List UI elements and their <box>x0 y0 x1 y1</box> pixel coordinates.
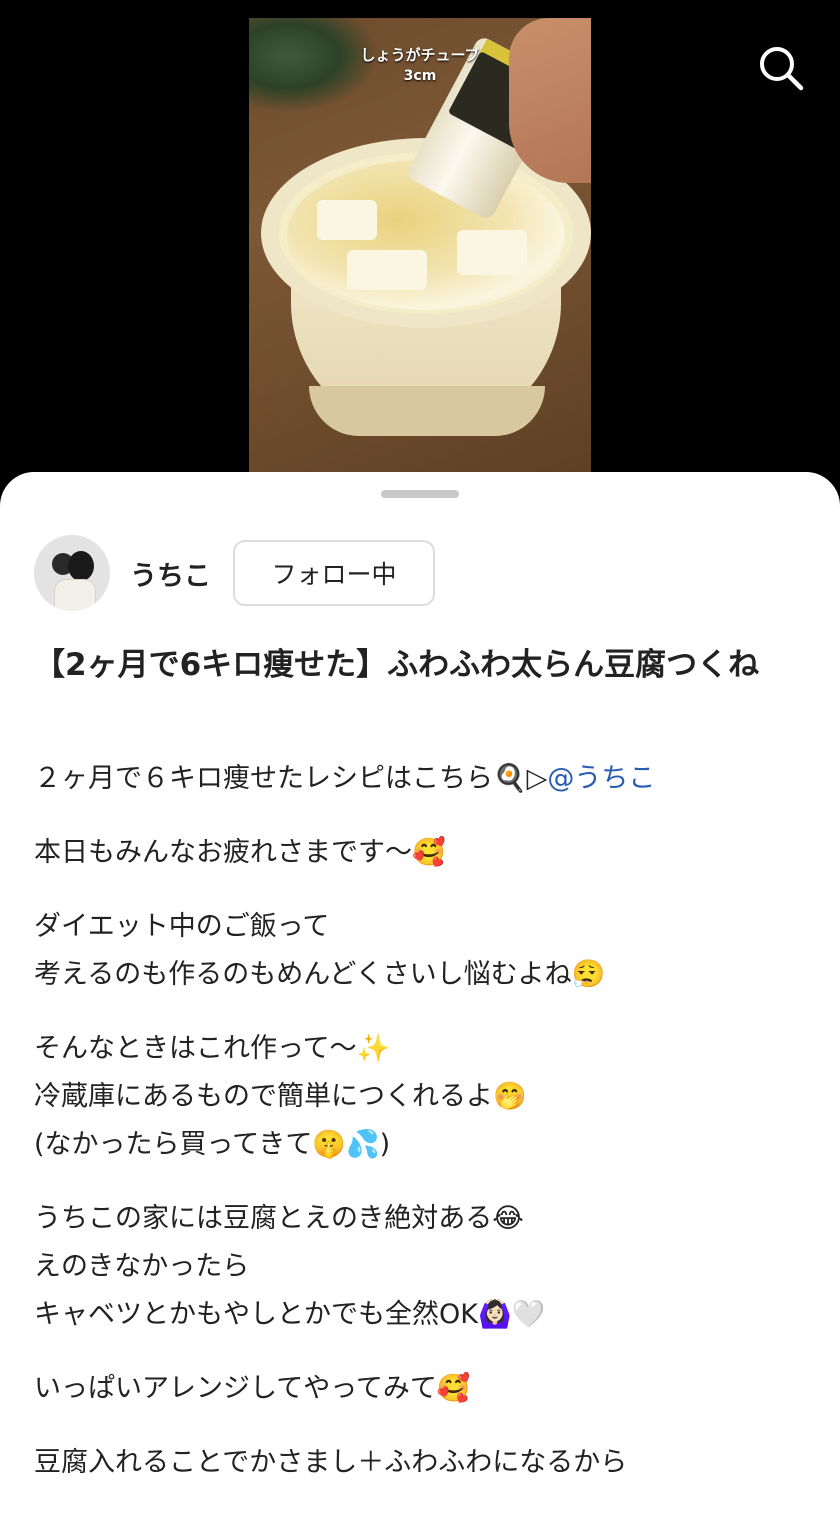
intro-text: ２ヶ月で６キロ痩せたレシピはこちら🍳▷ <box>34 763 548 794</box>
drag-handle[interactable] <box>381 490 459 498</box>
description-paragraph: ダイエット中のご飯って考えるのも作るのもめんどくさいし悩むよね😮‍💨 <box>34 903 814 999</box>
description-line: 考えるのも作るのもめんどくさいし悩むよね😮‍💨 <box>34 959 606 990</box>
description-line: 本日もみんなお疲れさまです〜🥰 <box>34 837 446 868</box>
description-paragraph: 本日もみんなお疲れさまです〜🥰 <box>34 829 814 877</box>
description-line: 豆腐入れることでかさまし＋ふわふわになるから <box>34 1447 628 1478</box>
follow-button[interactable]: フォロー中 <box>233 540 435 606</box>
hand-image <box>509 18 591 183</box>
recipe-sheet: うちこ フォロー中 【2ヶ月で6キロ痩せた】ふわふわ太らん豆腐つくね ２ヶ月で６… <box>0 472 840 1516</box>
video-caption-line2: 3cm <box>403 68 437 84</box>
video-caption-line1: しょうがチューブ <box>360 46 480 64</box>
search-icon[interactable] <box>757 44 805 92</box>
description-line: 冷蔵庫にあるもので簡単につくれるよ🤭 <box>34 1081 527 1112</box>
intro-paragraph: ２ヶ月で６キロ痩せたレシピはこちら🍳▷@うちこ <box>34 755 814 803</box>
description-paragraph: 豆腐入れることでかさまし＋ふわふわになるから <box>34 1439 814 1487</box>
author-row: うちこ フォロー中 <box>34 534 435 612</box>
avatar[interactable] <box>34 535 110 611</box>
description-paragraph: そんなときはこれ作って〜✨ 冷蔵庫にあるもので簡単につくれるよ🤭 (なかったら買って… <box>34 1025 814 1169</box>
author-name[interactable]: うちこ <box>130 554 211 593</box>
video-frame[interactable]: しょうがチューブ 3cm <box>249 18 591 488</box>
description-paragraph: うちこの家には豆腐とえのき絶対ある😂 えのきなかったらキャベツとかもやしとかでも全… <box>34 1195 814 1339</box>
author-mention-link[interactable]: @うちこ <box>547 763 655 794</box>
description-paragraphs: 本日もみんなお疲れさまです〜🥰 ダイエット中のご飯って考えるのも作るのもめんどくさ… <box>34 829 814 1487</box>
description-line: ダイエット中のご飯って <box>34 911 330 942</box>
description-line: そんなときはこれ作って〜✨ <box>34 1033 391 1064</box>
post-description: ２ヶ月で６キロ痩せたレシピはこちら🍳▷@うちこ 本日もみんなお疲れさまです〜🥰 ダ… <box>34 755 814 1513</box>
description-line: キャベツとかもやしとかでも全然OK🙆🏻‍♀️🤍 <box>34 1299 546 1330</box>
description-line: (なかったら買ってきて🤫💦) <box>34 1129 391 1160</box>
plant-decoration <box>249 18 379 113</box>
description-paragraph: いっぱいアレンジしてやってみて🥰 <box>34 1365 814 1413</box>
description-line: いっぱいアレンジしてやってみて🥰 <box>34 1373 471 1404</box>
video-player[interactable]: しょうがチューブ 3cm <box>0 0 840 500</box>
description-line: うちこの家には豆腐とえのき絶対ある😂 <box>34 1203 524 1234</box>
description-line: えのきなかったら <box>34 1251 250 1282</box>
recipe-title: 【2ヶ月で6キロ痩せた】ふわふわ太らん豆腐つくね <box>34 647 760 683</box>
